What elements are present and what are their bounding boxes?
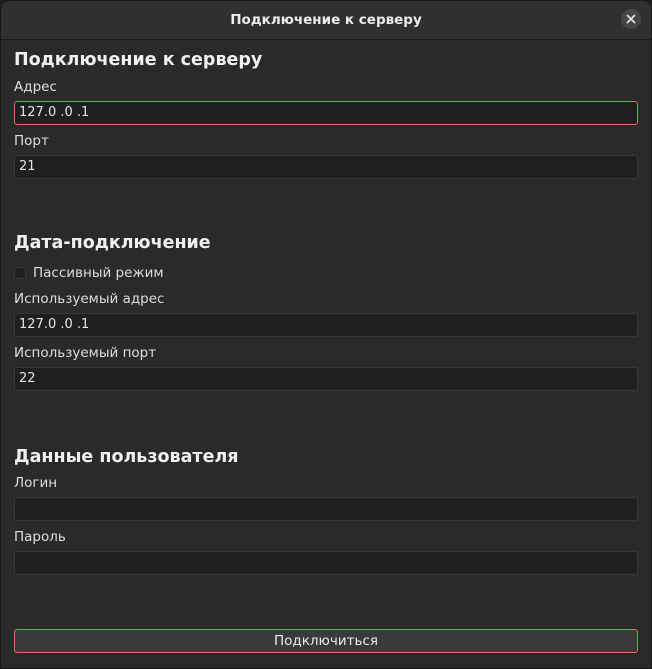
passive-mode-row[interactable]: Пассивный режим xyxy=(14,265,164,281)
used-address-label: Используемый адрес xyxy=(14,291,165,307)
used-port-input[interactable]: 22 xyxy=(14,367,638,391)
server-section-heading: Подключение к серверу xyxy=(14,50,263,70)
connect-button[interactable]: Подключиться xyxy=(14,629,638,653)
login-input[interactable] xyxy=(14,497,638,521)
used-port-label: Используемый порт xyxy=(14,345,157,361)
used-address-input[interactable]: 127.0 .0 .1 xyxy=(14,313,638,337)
address-label: Адрес xyxy=(14,79,57,95)
password-label: Пароль xyxy=(14,529,66,545)
close-icon xyxy=(626,14,636,24)
password-input[interactable] xyxy=(14,551,638,575)
user-section-heading: Данные пользователя xyxy=(14,447,239,467)
port-label: Порт xyxy=(14,133,49,149)
data-section-heading: Дата-подключение xyxy=(14,233,211,253)
address-input[interactable]: 127.0 .0 .1 xyxy=(14,101,638,125)
port-input[interactable]: 21 xyxy=(14,155,638,179)
titlebar: Подключение к серверу xyxy=(1,1,651,40)
passive-mode-label: Пассивный режим xyxy=(33,265,164,281)
connect-dialog: Подключение к серверу Подключение к серв… xyxy=(0,0,652,669)
close-button[interactable] xyxy=(621,9,641,29)
passive-mode-checkbox[interactable] xyxy=(14,267,26,279)
login-label: Логин xyxy=(14,475,58,491)
window-title: Подключение к серверу xyxy=(230,12,422,28)
